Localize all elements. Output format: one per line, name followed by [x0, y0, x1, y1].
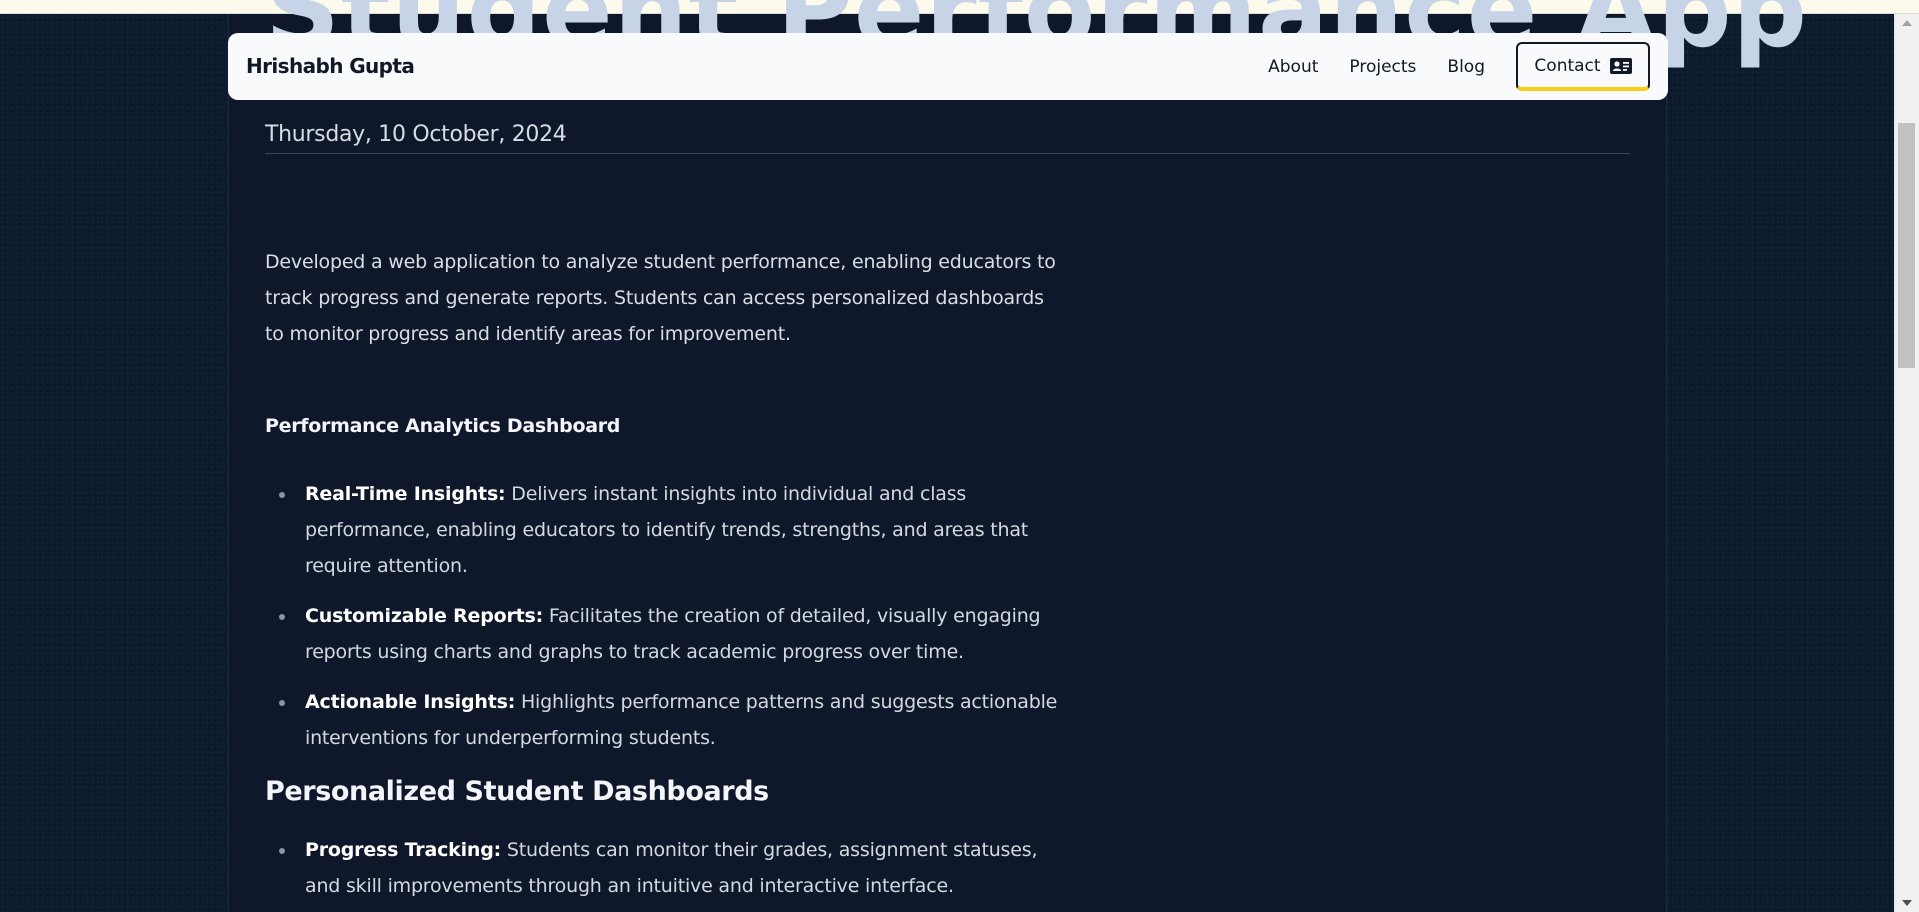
brand-link[interactable]: Hrishabh Gupta: [246, 33, 415, 100]
contact-card-icon: [1609, 57, 1632, 74]
list-item-title: Real-Time Insights:: [305, 483, 506, 505]
date-divider: [265, 153, 1630, 154]
list-item-title: Customizable Reports:: [305, 605, 544, 627]
list-item-title: Progress Tracking:: [305, 839, 502, 861]
nav-link-about[interactable]: About: [1268, 43, 1318, 91]
nav-link-blog[interactable]: Blog: [1447, 43, 1485, 91]
list-item: Real-Time Insights: Delivers instant ins…: [265, 476, 1065, 584]
intro-paragraph: Developed a web application to analyze s…: [265, 251, 1056, 345]
scroll-thumb[interactable]: [1898, 123, 1915, 368]
feature-list-analytics: Real-Time Insights: Delivers instant ins…: [265, 476, 1065, 756]
nav-link-projects[interactable]: Projects: [1349, 43, 1416, 91]
section-heading-performance-analytics: Performance Analytics Dashboard: [265, 415, 621, 437]
feature-list-dashboards: Progress Tracking: Students can monitor …: [265, 832, 1065, 904]
list-item: Actionable Insights: Highlights performa…: [265, 684, 1065, 756]
contact-button[interactable]: Contact: [1516, 42, 1650, 91]
nav-links: About Projects Blog Contact: [1268, 42, 1650, 91]
section-heading-student-dashboards: Personalized Student Dashboards: [265, 776, 769, 807]
post-date: Thursday, 10 October, 2024: [265, 122, 567, 147]
navbar: Hrishabh Gupta About Projects Blog Conta…: [228, 33, 1668, 100]
vertical-scrollbar[interactable]: [1894, 14, 1919, 912]
contact-button-label: Contact: [1534, 55, 1601, 76]
scroll-down-arrow-icon[interactable]: [1902, 900, 1912, 906]
list-item: Customizable Reports: Facilitates the cr…: [265, 598, 1065, 670]
scroll-up-arrow-icon[interactable]: [1902, 20, 1912, 26]
list-item: Progress Tracking: Students can monitor …: [265, 832, 1065, 904]
list-item-title: Actionable Insights:: [305, 691, 516, 713]
article-content: Developed a web application to analyze s…: [265, 244, 1065, 912]
